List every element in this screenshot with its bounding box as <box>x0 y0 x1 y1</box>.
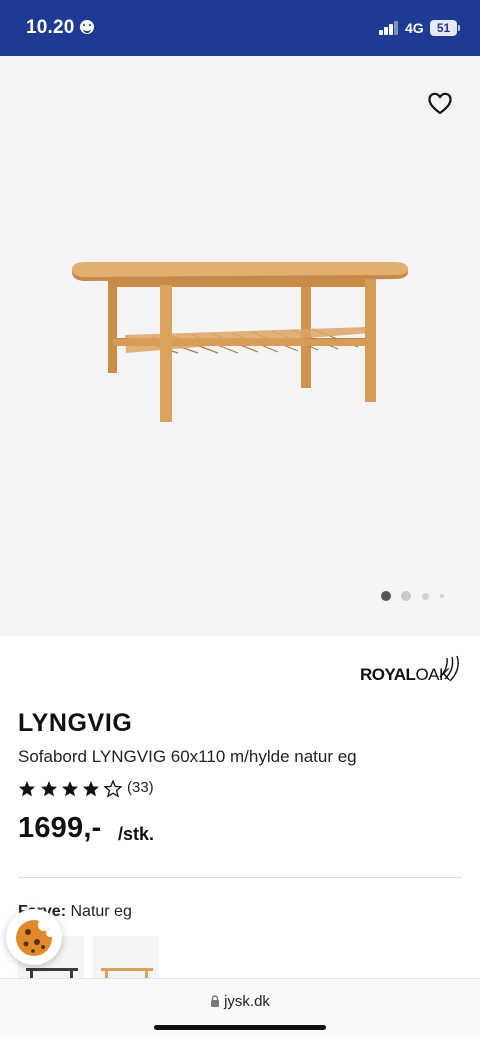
color-swatch-oak[interactable] <box>93 936 159 980</box>
network-type: 4G <box>405 20 424 36</box>
product-name: LYNGVIG <box>18 709 133 737</box>
brand-logo-mark <box>439 655 459 682</box>
gallery-dot-active[interactable] <box>381 591 391 601</box>
smiley-icon <box>80 20 94 34</box>
battery-icon: 51 <box>430 20 460 36</box>
gallery-dot[interactable] <box>401 591 411 601</box>
gallery-dot[interactable] <box>440 594 444 598</box>
brand-logo[interactable]: ROYALOAK <box>360 655 464 687</box>
divider <box>18 877 462 878</box>
gallery-dot[interactable] <box>422 593 429 600</box>
home-indicator[interactable] <box>154 1025 326 1030</box>
review-count[interactable]: (33) <box>127 779 154 796</box>
url-display[interactable]: jysk.dk <box>0 993 480 1010</box>
product-price: 1699,- <box>18 812 102 844</box>
status-bar: 10.20 4G 51 <box>0 0 480 56</box>
cellular-signal-icon <box>379 21 401 35</box>
rating-stars-icon <box>19 780 122 797</box>
color-value: Natur eg <box>70 903 132 920</box>
url-text: jysk.dk <box>224 993 270 1010</box>
swatch-oak-table-image <box>101 968 153 980</box>
heart-outline-icon[interactable] <box>426 90 454 116</box>
product-image[interactable] <box>68 255 412 427</box>
status-time: 10.20 <box>26 17 75 38</box>
cookie-settings-button[interactable] <box>6 909 62 965</box>
price-unit: /stk. <box>118 824 155 844</box>
product-description: Sofabord LYNGVIG 60x110 m/hylde natur eg <box>18 747 357 766</box>
lock-icon <box>211 995 220 1007</box>
browser-address-bar[interactable]: jysk.dk <box>0 978 480 1039</box>
cookie-icon <box>16 919 54 956</box>
